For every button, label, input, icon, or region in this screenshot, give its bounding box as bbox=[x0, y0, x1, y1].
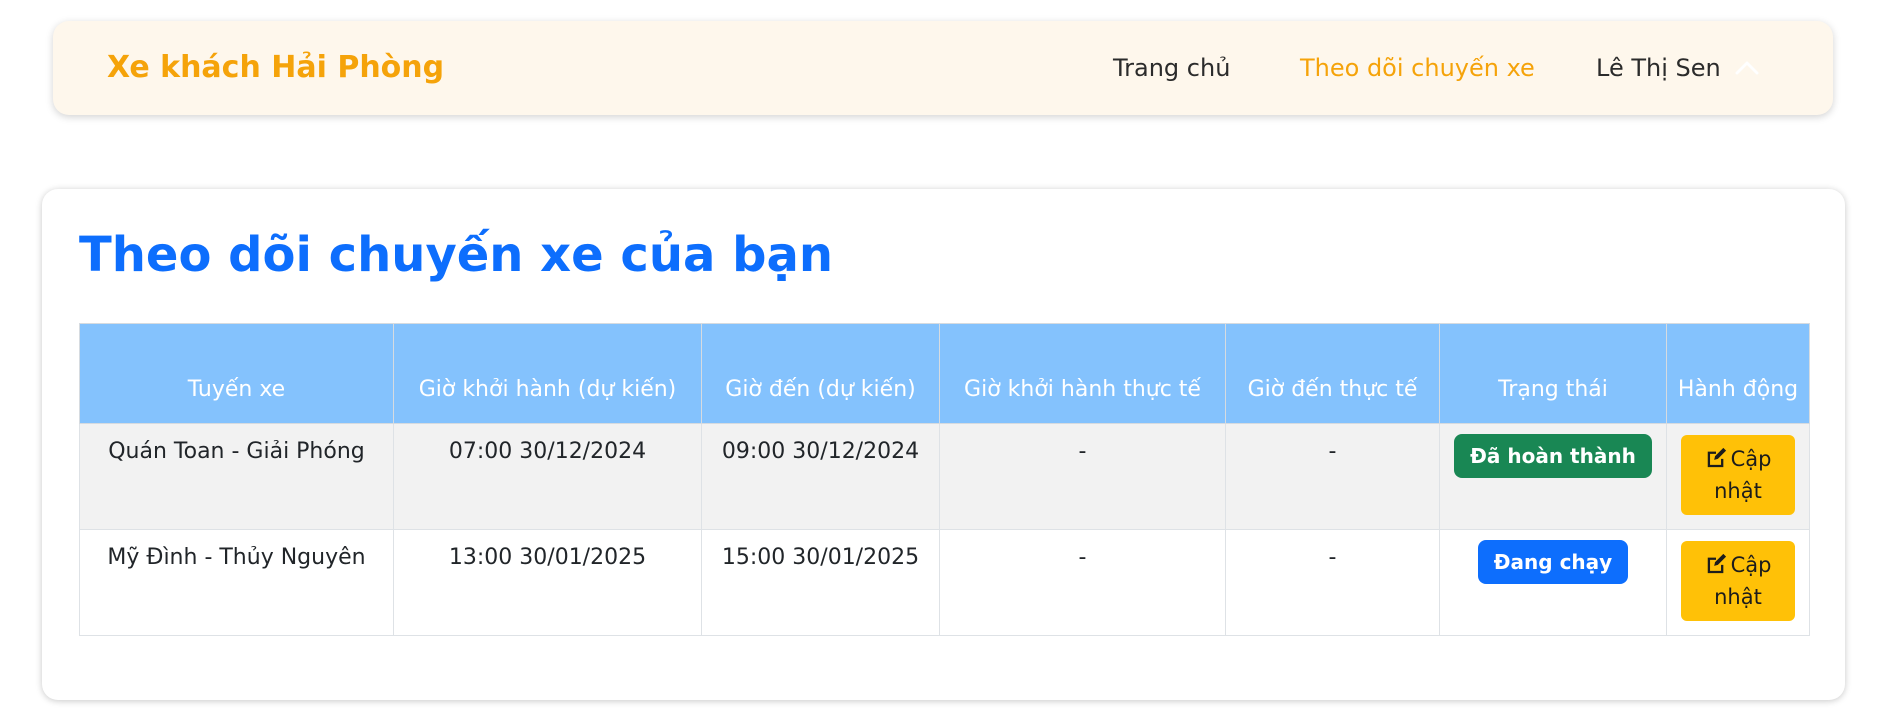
update-trip-button[interactable]: Cập nhật bbox=[1681, 435, 1795, 515]
top-navbar: Xe khách Hải Phòng Trang chủ Theo dõi ch… bbox=[53, 21, 1833, 115]
edit-icon bbox=[1707, 553, 1726, 574]
table-row: Mỹ Đình - Thủy Nguyên 13:00 30/01/2025 1… bbox=[79, 529, 1810, 636]
column-header-route: Tuyến xe bbox=[79, 323, 394, 424]
column-header-status: Trạng thái bbox=[1439, 323, 1667, 424]
brand-logo-link[interactable]: Xe khách Hải Phòng bbox=[107, 21, 444, 115]
column-header-action: Hành động bbox=[1666, 323, 1810, 424]
planned-departure-cell: 13:00 30/01/2025 bbox=[393, 529, 702, 636]
column-header-actual-departure: Giờ khởi hành thực tế bbox=[939, 323, 1226, 424]
nav-link-home[interactable]: Trang chủ bbox=[1113, 21, 1230, 115]
actual-departure-cell: - bbox=[939, 423, 1226, 530]
route-cell: Mỹ Đình - Thủy Nguyên bbox=[79, 529, 394, 636]
status-cell: Đã hoàn thành bbox=[1439, 423, 1667, 530]
action-cell: Cập nhật bbox=[1666, 423, 1810, 530]
trip-tracking-card: Theo dõi chuyến xe của bạn Tuyến xe Giờ … bbox=[42, 189, 1845, 700]
column-header-planned-departure: Giờ khởi hành (dự kiến) bbox=[393, 323, 702, 424]
planned-arrival-cell: 15:00 30/01/2025 bbox=[701, 529, 940, 636]
chevron-up-icon[interactable] bbox=[1733, 54, 1761, 82]
actual-arrival-cell: - bbox=[1225, 529, 1440, 636]
planned-arrival-cell: 09:00 30/12/2024 bbox=[701, 423, 940, 530]
nav-link-trip-tracking[interactable]: Theo dõi chuyến xe bbox=[1300, 21, 1535, 115]
table-header-row: Tuyến xe Giờ khởi hành (dự kiến) Giờ đến… bbox=[79, 323, 1810, 424]
table-row: Quán Toan - Giải Phóng 07:00 30/12/2024 … bbox=[79, 423, 1810, 530]
update-trip-button[interactable]: Cập nhật bbox=[1681, 541, 1795, 621]
user-menu-name[interactable]: Lê Thị Sen bbox=[1596, 21, 1721, 115]
actual-arrival-cell: - bbox=[1225, 423, 1440, 530]
action-cell: Cập nhật bbox=[1666, 529, 1810, 636]
column-header-planned-arrival: Giờ đến (dự kiến) bbox=[701, 323, 940, 424]
status-cell: Đang chạy bbox=[1439, 529, 1667, 636]
column-header-actual-arrival: Giờ đến thực tế bbox=[1225, 323, 1440, 424]
trips-table: Tuyến xe Giờ khởi hành (dự kiến) Giờ đến… bbox=[79, 323, 1810, 636]
status-badge: Đang chạy bbox=[1477, 540, 1629, 584]
actual-departure-cell: - bbox=[939, 529, 1226, 636]
status-badge: Đã hoàn thành bbox=[1454, 434, 1652, 478]
route-cell: Quán Toan - Giải Phóng bbox=[79, 423, 394, 530]
edit-icon bbox=[1707, 447, 1726, 468]
page-title: Theo dõi chuyến xe của bạn bbox=[79, 227, 834, 283]
planned-departure-cell: 07:00 30/12/2024 bbox=[393, 423, 702, 530]
